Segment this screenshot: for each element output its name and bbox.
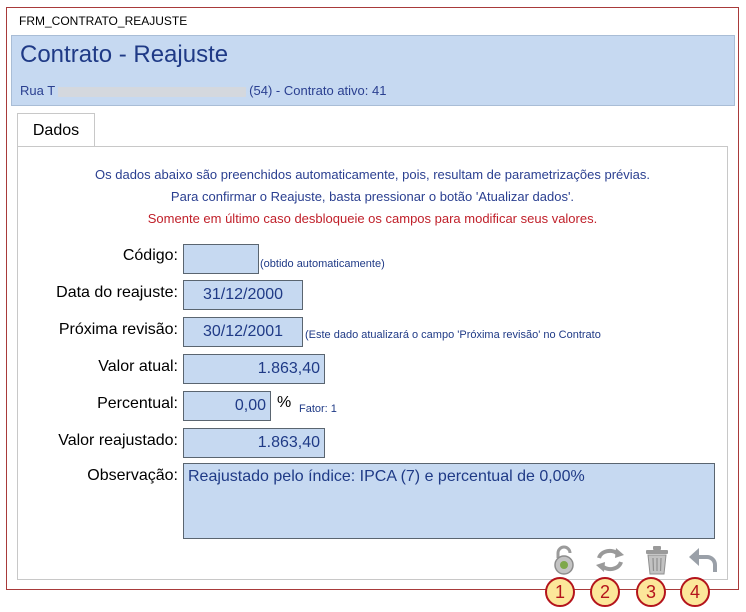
form-window: FRM_CONTRATO_REAJUSTE Contrato - Reajust…	[6, 7, 739, 607]
notice-line-2: Para confirmar o Reajuste, basta pressio…	[170, 189, 575, 204]
window-title: FRM_CONTRATO_REAJUSTE	[19, 14, 188, 28]
subtitle-start: Rua T	[20, 83, 56, 98]
percent-unit: %	[277, 394, 292, 411]
valor-reajustado-label: Valor reajustado:	[58, 432, 178, 449]
refresh-icon	[596, 548, 624, 572]
tab-dados[interactable]: Dados	[17, 113, 95, 147]
data-reajuste-label: Data do reajuste:	[56, 284, 178, 301]
undo-icon	[689, 548, 717, 572]
codigo-field[interactable]	[183, 244, 259, 274]
codigo-label: Código:	[122, 247, 178, 264]
proxima-revisao-field[interactable]: 30/12/2001	[183, 317, 303, 347]
badge-1: 1	[545, 577, 575, 607]
unlock-icon	[554, 545, 574, 575]
proxima-revisao-label: Próxima revisão:	[58, 321, 178, 338]
form-header: Contrato - Reajuste Rua T (54) - Contrato…	[11, 35, 735, 106]
undo-button[interactable]	[687, 544, 719, 576]
badge-2: 2	[590, 577, 620, 607]
redacted-address	[58, 86, 247, 97]
tab-content-dados: Os dados abaixo são preenchidos automati…	[17, 146, 728, 580]
data-reajuste-field[interactable]: 31/12/2000	[183, 280, 303, 310]
page-title: Contrato - Reajuste	[20, 41, 229, 68]
observacao-label: Observação:	[87, 467, 178, 484]
proxima-revisao-hint: (Este dado atualizará o campo 'Próxima r…	[305, 329, 601, 341]
observacao-field[interactable]: Reajustado pelo índice: IPCA (7) e perce…	[183, 463, 715, 539]
trash-icon	[646, 546, 668, 575]
valor-reajustado-field[interactable]: 1.863,40	[183, 428, 325, 458]
unlock-button[interactable]	[548, 544, 580, 576]
notice-line-1: Os dados abaixo são preenchidos automati…	[95, 167, 650, 182]
delete-button[interactable]	[641, 544, 673, 576]
percentual-field[interactable]: 0,00	[183, 391, 271, 421]
percentual-label: Percentual:	[97, 395, 178, 412]
contract-subtitle: Rua T (54) - Contrato ativo: 41	[20, 83, 386, 98]
valor-atual-label: Valor atual:	[98, 358, 178, 375]
fator-hint: Fator: 1	[299, 403, 337, 415]
badge-3: 3	[636, 577, 666, 607]
codigo-hint: (obtido automaticamente)	[260, 258, 385, 270]
refresh-button[interactable]	[594, 544, 626, 576]
notice-warning: Somente em último caso desbloqueie os ca…	[147, 211, 598, 226]
subtitle-end: (54) - Contrato ativo: 41	[249, 83, 387, 98]
valor-atual-field[interactable]: 1.863,40	[183, 354, 325, 384]
badge-4: 4	[680, 577, 710, 607]
